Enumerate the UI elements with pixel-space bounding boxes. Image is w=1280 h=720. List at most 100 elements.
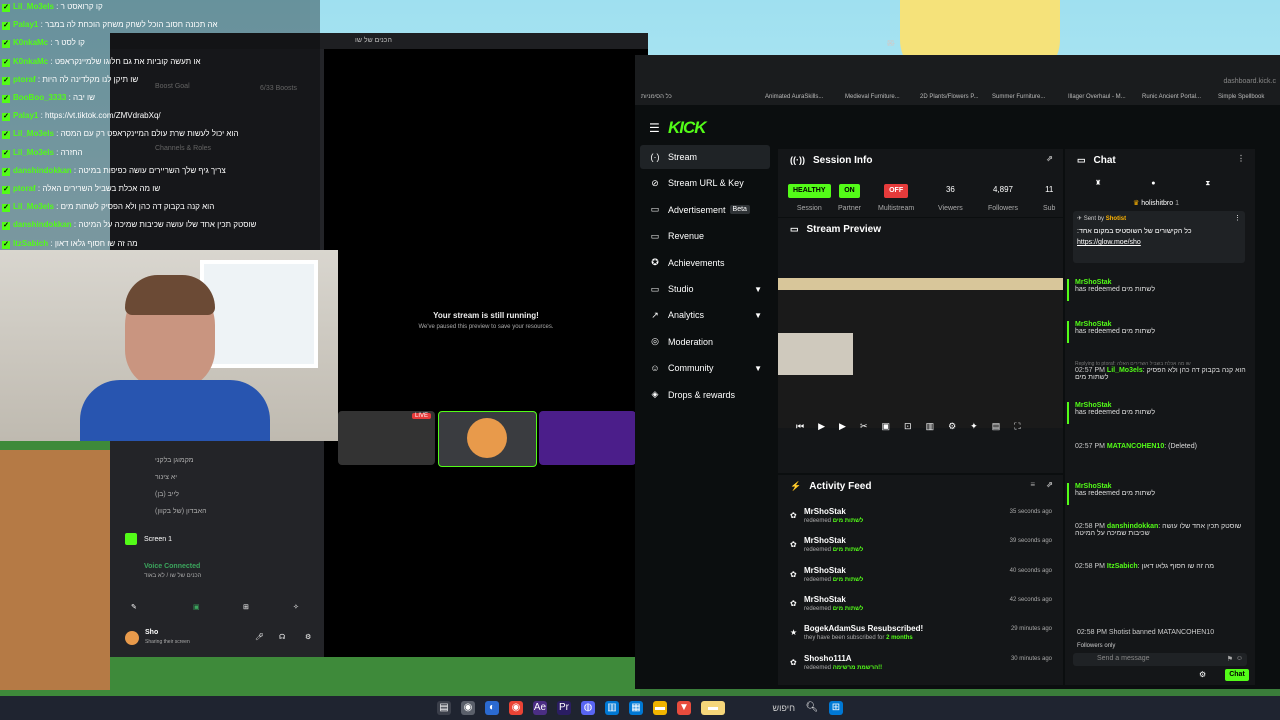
popout-icon[interactable]: ⇗ (1046, 154, 1053, 163)
activity-item[interactable]: ★ BogekAdamSus Resubscribed! they have bee… (778, 622, 1058, 650)
user-status: Sharing their screen (145, 639, 190, 645)
close-icon[interactable]: ✕ (887, 39, 894, 48)
pinned-options-icon[interactable]: ⋮ (1234, 214, 1241, 222)
files-icon[interactable]: ◉ (461, 701, 475, 715)
activity-item[interactable]: ✿ Shosho111A redeemed הרשמת מרשימה!! 30 min… (778, 652, 1058, 680)
activity-item[interactable]: ✿ MrShoStak redeemed לשתות מים 40 seconds a… (778, 564, 1058, 592)
bookmark-item[interactable]: Simple Spellbook (1218, 94, 1264, 100)
sidebar-item-revenue[interactable]: ▭ Revenue (640, 224, 770, 248)
ban-notice-time: 02:58 PM (1077, 629, 1107, 636)
menu-icon[interactable]: ☰ (649, 121, 660, 135)
chat-message[interactable]: 02:58 PM ItzSabich: מה זה שו חסוף גלאו ד… (1075, 563, 1250, 570)
discord-icon[interactable]: ◍ (581, 701, 595, 715)
rewind-icon[interactable]: ⏮ (796, 421, 804, 432)
sidebar-item-analytics[interactable]: ↗ Analytics ▼ (640, 303, 770, 327)
bookmark-item[interactable]: Animated AuraSkills... (765, 94, 823, 100)
microphone-icon[interactable]: 🎤︎ (255, 633, 264, 641)
stream-thumbnail-screen[interactable]: LIVE (338, 411, 435, 465)
stream-thumbnail-purple[interactable] (539, 411, 636, 465)
filter-icon[interactable]: ≡ (1030, 480, 1035, 489)
edge-icon[interactable]: ◐ (485, 701, 499, 715)
bookmark-item[interactable]: Illager Overhaul - M... (1068, 94, 1126, 100)
bookmark-item[interactable]: 2D Plants/Flowers P... (920, 94, 979, 100)
folder-icon[interactable]: ▬ (653, 701, 667, 715)
search-box[interactable]: חיפוש (735, 703, 795, 713)
share-screen-icon[interactable]: ▣ (193, 603, 200, 611)
chat-message[interactable]: 02:57 PM MATANCOHEN10: (Deleted) (1075, 443, 1250, 450)
user-avatar[interactable] (125, 631, 139, 645)
soundboard-icon[interactable]: ✧ (293, 603, 299, 611)
voice-connected-status[interactable]: Voice Connected (144, 563, 200, 570)
aftereffects-icon[interactable]: Ae (533, 701, 547, 715)
activity-item[interactable]: ✿ MrShoStak redeemed לשתות מים 35 seconds a… (778, 505, 1058, 533)
emote-icon[interactable]: ⚑ (1227, 655, 1233, 663)
chat-message[interactable]: Replying to ptoraf: שו מה אכלת בשביל השר… (1075, 361, 1250, 381)
brave-icon[interactable]: ▼ (677, 701, 691, 715)
chat-message[interactable]: MrShoStak has redeemed לשתות מים (1067, 402, 1250, 424)
clip-icon[interactable]: ✂ (860, 421, 868, 432)
gear-icon[interactable]: ⚙ (305, 633, 311, 641)
nav-icon: ◈ (651, 389, 659, 400)
activities-icon[interactable]: ⊞ (243, 603, 249, 611)
chrome-icon[interactable]: ◉ (509, 701, 523, 715)
stream-thumbnail-avatar[interactable] (438, 411, 537, 467)
screen-label[interactable]: Screen 1 (144, 536, 172, 543)
popout-icon[interactable]: ⇗ (1046, 480, 1053, 489)
sidebar-item-moderation[interactable]: ◎ Moderation (640, 330, 770, 354)
chat-message[interactable]: MrShoStak has redeemed לשתות מים (1067, 321, 1250, 343)
crop-icon[interactable]: ⊡ (904, 421, 912, 432)
bookmark-item[interactable]: Summer Furniture... (992, 94, 1045, 100)
chat-message[interactable]: MrShoStak has redeemed לשתות מים (1067, 483, 1250, 505)
chat-message[interactable]: 02:58 PM danshindokkan: שוסטק תכין אחד ש… (1075, 523, 1250, 537)
pin-icon[interactable]: ✦ (970, 421, 978, 432)
address-bar[interactable]: dashboard.kick.c (1223, 78, 1276, 85)
search-icon[interactable]: 🔍︎ (805, 701, 819, 715)
theater-icon[interactable]: ▥ (926, 421, 935, 432)
start-icon[interactable]: ⊞ (829, 701, 843, 715)
sidebar-item-community[interactable]: ☺ Community ▼ (640, 356, 770, 380)
pip-icon[interactable]: ▤ (992, 421, 1001, 432)
chat-bubble-icon[interactable]: ● (1151, 180, 1155, 187)
activity-item[interactable]: ✿ MrShoStak redeemed לשתות מים 42 seconds a… (778, 593, 1058, 621)
fullscreen-icon[interactable]: ⛶ (1014, 421, 1020, 432)
sidebar-item-drops-rewards[interactable]: ◈ Drops & rewards (640, 383, 770, 407)
disconnect-icon[interactable]: ✎ (131, 603, 137, 611)
calculator-icon[interactable]: ▦ (629, 701, 643, 715)
headphones-icon[interactable]: ☊ (279, 633, 285, 641)
minecraft-icon[interactable]: ▬ (701, 701, 725, 715)
chat-input[interactable]: Send a message ⚑ ☺ (1073, 653, 1247, 666)
emoji-icon[interactable]: ☺ (1236, 655, 1243, 662)
voice-user[interactable]: מקמוגן בלקני (155, 457, 315, 474)
taskview-icon[interactable]: ▤ (437, 701, 451, 715)
activity-item[interactable]: ✿ MrShoStak redeemed לשתות מים 39 seconds a… (778, 534, 1058, 562)
premiere-icon[interactable]: Pr (557, 701, 571, 715)
bookmark-item[interactable]: כל הסימניות (641, 94, 672, 100)
bookmark-item[interactable]: Medieval Furniture... (845, 94, 900, 100)
skip-icon[interactable]: ▶ (818, 421, 825, 432)
activity-time: 42 seconds ago (1009, 596, 1052, 603)
pinned-user-name[interactable]: holishitbro (1141, 200, 1173, 207)
play-icon[interactable]: ▶ (839, 421, 846, 432)
app-icon[interactable]: ▥ (605, 701, 619, 715)
session-stat-value: OFF (884, 184, 909, 198)
stream-video[interactable] (778, 278, 1063, 428)
sidebar-item-advertisement[interactable]: ▭ Advertisement Beta (640, 198, 770, 222)
pinned-link[interactable]: https://glow.moe/sho (1077, 239, 1141, 246)
trophy-icon[interactable]: ♜ (1095, 180, 1101, 187)
camera-icon[interactable]: ▣ (882, 421, 891, 432)
sidebar-item-achievements[interactable]: ✪ Achievements (640, 251, 770, 275)
gear-icon[interactable]: ⚙ (1199, 670, 1206, 679)
bookmark-item[interactable]: Runic Ancient Portal... (1142, 94, 1201, 100)
voice-user[interactable]: יא צינור (155, 474, 315, 491)
kick-logo[interactable]: KICK (668, 118, 707, 138)
hourglass-icon[interactable]: ⧗ (1205, 180, 1210, 187)
voice-user[interactable]: לייב (בן) (155, 491, 315, 508)
send-chat-button[interactable]: Chat (1225, 669, 1249, 681)
sidebar-item-stream-url-key[interactable]: ⊘ Stream URL & Key (640, 171, 770, 195)
sent-by-user[interactable]: Shotist (1106, 216, 1126, 222)
settings-icon[interactable]: ⚙ (948, 421, 956, 432)
sidebar-item-studio[interactable]: ▭ Studio ▼ (640, 277, 770, 301)
chat-message[interactable]: MrShoStak has redeemed לשתות מים (1067, 279, 1250, 301)
more-options-icon[interactable]: ⋮ (1237, 154, 1245, 163)
sidebar-item-stream[interactable]: (·) Stream (640, 145, 770, 169)
